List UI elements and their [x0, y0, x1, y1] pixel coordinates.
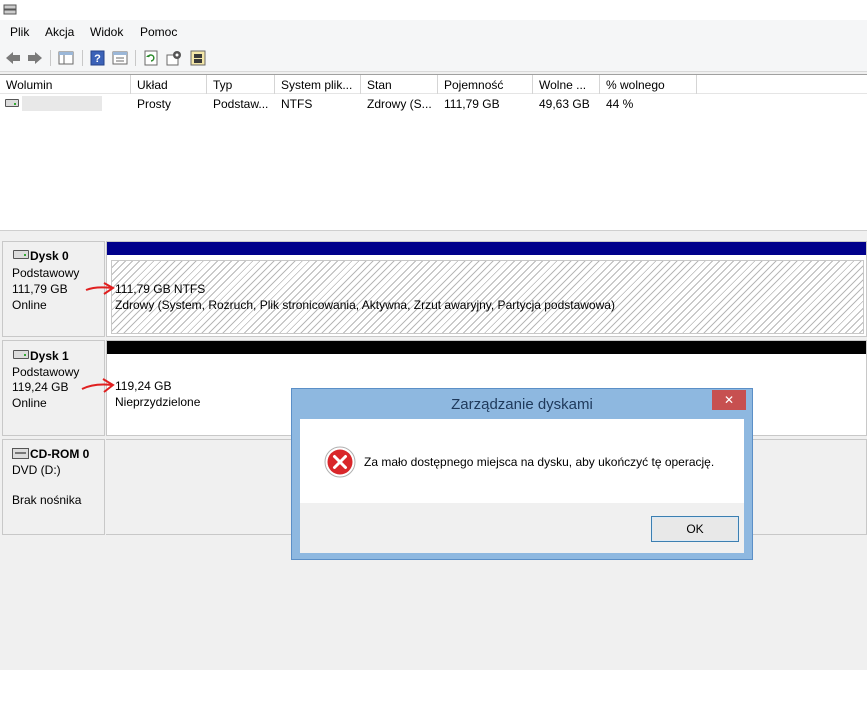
annotation-arrow — [81, 378, 115, 393]
disk-0-partition-size: 111,79 GB NTFS — [115, 282, 206, 296]
partition-color-bar — [107, 242, 866, 255]
export-icon[interactable] — [189, 49, 207, 67]
disk-1-name: Dysk 1 — [30, 349, 69, 363]
disk-0-status: Online — [12, 298, 47, 312]
cdrom-0-name: CD-ROM 0 — [30, 447, 90, 461]
back-icon[interactable] — [4, 49, 22, 67]
hard-disk-icon — [13, 350, 29, 359]
disk-management-window: Plik Akcja Widok Pomoc ? Wolumin Układ T… — [0, 0, 867, 670]
column-header-typ[interactable]: Typ — [207, 75, 275, 94]
cell-stan: Zdrowy (S... — [367, 97, 432, 111]
error-icon — [324, 446, 356, 478]
menu-widok[interactable]: Widok — [90, 25, 123, 39]
unallocated-color-bar — [107, 341, 866, 354]
volume-icon — [5, 99, 19, 107]
volume-list-header: Wolumin Układ Typ System plik... Stan Po… — [0, 75, 867, 94]
dialog-body: Za mało dostępnego miejsca na dysku, aby… — [300, 419, 744, 553]
dialog-message-area: Za mało dostępnego miejsca na dysku, aby… — [300, 419, 744, 503]
disk-0-size: 111,79 GB — [12, 282, 68, 296]
pane-splitter[interactable] — [0, 230, 867, 238]
cdrom-0-status: Brak nośnika — [12, 493, 82, 507]
disk-0-partition-status: Zdrowy (System, Rozruch, Plik stronicowa… — [115, 298, 615, 312]
disk-0-partition[interactable]: 111,79 GB NTFS Zdrowy (System, Rozruch, … — [106, 241, 867, 337]
refresh-icon[interactable] — [142, 49, 160, 67]
disk-1-size: 119,24 GB — [12, 380, 69, 394]
disk-1-status: Online — [12, 396, 47, 410]
error-dialog: Zarządzanie dyskami ✕ Za mało dostępnego… — [291, 388, 753, 560]
partition-selected-hatch — [111, 260, 864, 334]
column-header-procent[interactable]: % wolnego — [600, 75, 697, 94]
toolbar-separator — [50, 50, 51, 66]
volume-list: Wolumin Układ Typ System plik... Stan Po… — [0, 74, 867, 230]
column-header-wolne[interactable]: Wolne ... — [533, 75, 600, 94]
dialog-message: Za mało dostępnego miejsca na dysku, aby… — [364, 455, 715, 469]
menu-plik[interactable]: Plik — [10, 25, 29, 39]
cdrom-0-label[interactable]: CD-ROM 0 DVD (D:) Brak nośnika — [2, 439, 105, 535]
dialog-title: Zarządzanie dyskami — [451, 396, 593, 413]
column-header-wolumin[interactable]: Wolumin — [0, 75, 131, 94]
cell-procent: 44 % — [606, 97, 634, 111]
svg-text:?: ? — [94, 53, 101, 65]
forward-icon[interactable] — [26, 49, 44, 67]
help-icon[interactable]: ? — [89, 49, 107, 67]
disk-1-type: Podstawowy — [12, 365, 80, 379]
column-header-pojemnosc[interactable]: Pojemność — [438, 75, 533, 94]
dialog-close-button[interactable]: ✕ — [712, 390, 746, 410]
menu-pomoc[interactable]: Pomoc — [140, 25, 177, 39]
annotation-arrow — [85, 282, 115, 295]
cell-uklad: Prosty — [137, 97, 172, 111]
disk-1-partition-size: 119,24 GB — [115, 379, 172, 393]
toolbar: ? — [0, 44, 867, 72]
show-hide-tree-icon[interactable] — [57, 49, 75, 67]
cell-typ: Podstaw... — [213, 97, 269, 111]
disk-0-name: Dysk 0 — [30, 249, 69, 263]
cell-pojemnosc: 111,79 GB — [444, 97, 500, 111]
column-header-uklad[interactable]: Układ — [131, 75, 207, 94]
properties-icon[interactable] — [111, 49, 129, 67]
title-bar — [0, 0, 867, 20]
table-row[interactable]: Prosty Podstaw... NTFS Zdrowy (S... 111,… — [0, 95, 867, 113]
cell-wolne: 49,63 GB — [539, 97, 590, 111]
menu-akcja[interactable]: Akcja — [45, 25, 74, 39]
ok-button[interactable]: OK — [651, 516, 739, 542]
hard-disk-icon — [13, 250, 29, 259]
cdrom-icon — [12, 448, 29, 459]
cell-system: NTFS — [281, 97, 313, 111]
cdrom-0-type: DVD (D:) — [12, 463, 61, 477]
menu-bar: Plik Akcja Widok Pomoc — [0, 20, 867, 44]
toolbar-separator — [82, 50, 83, 66]
column-header-system[interactable]: System plik... — [275, 75, 361, 94]
settings-icon[interactable] — [165, 49, 183, 67]
disk-management-app-icon — [3, 4, 17, 15]
volume-name-cell — [22, 96, 102, 111]
column-header-stan[interactable]: Stan — [361, 75, 438, 94]
toolbar-separator — [135, 50, 136, 66]
disk-0-type: Podstawowy — [12, 266, 80, 280]
disk-1-partition-status: Nieprzydzielone — [115, 395, 201, 409]
